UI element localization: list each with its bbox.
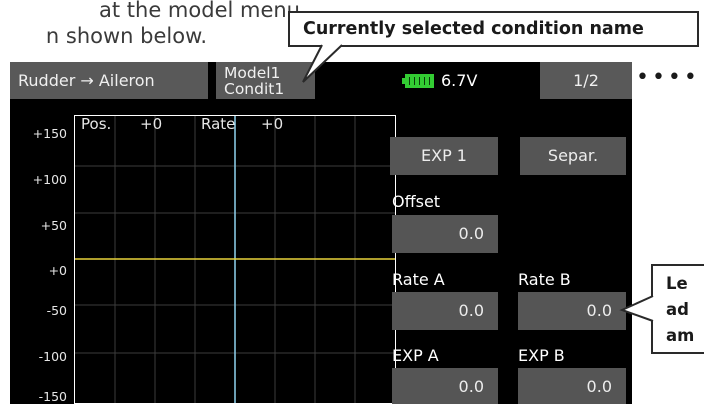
callout-pointers: [302, 44, 657, 322]
